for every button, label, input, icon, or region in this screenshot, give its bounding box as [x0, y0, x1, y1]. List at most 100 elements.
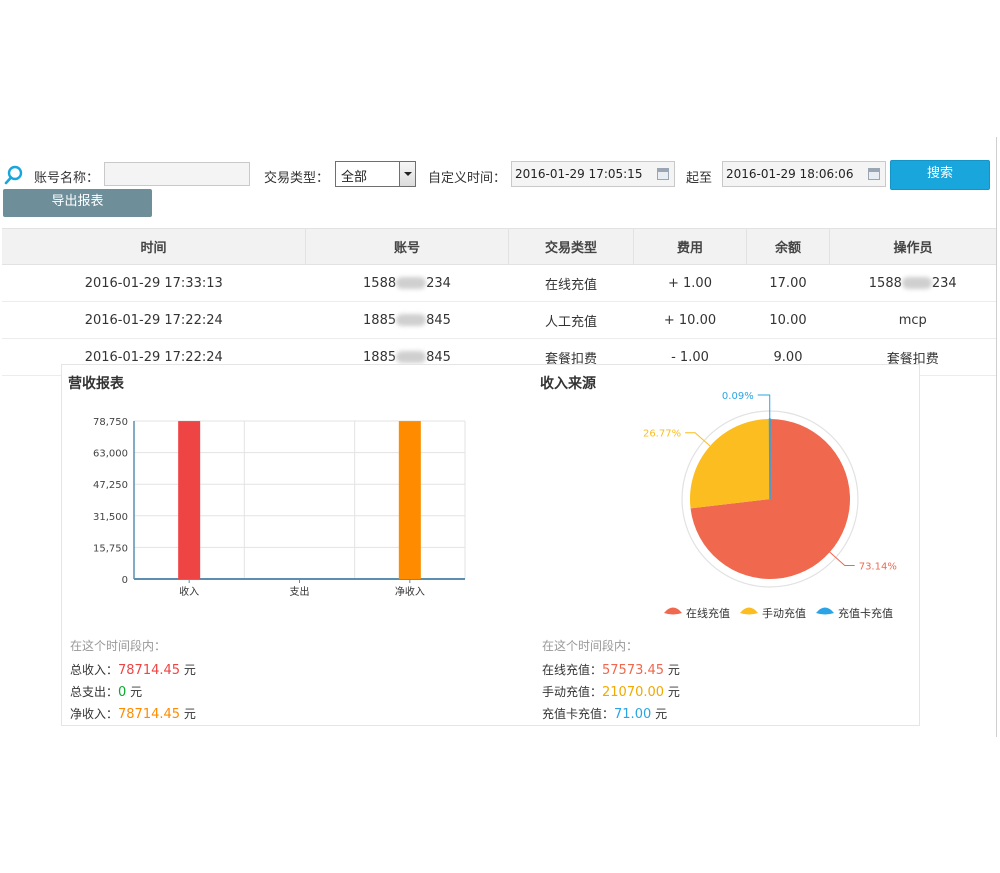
- currency-unit: 元: [667, 685, 680, 699]
- calendar-icon[interactable]: [657, 168, 669, 180]
- revenue-bar-chart: 0 15,750 31,500 47,250 63,000 78,750 收入 支出 净收入: [93, 417, 466, 598]
- legend-entry: 手动充值: [762, 606, 806, 620]
- legend-swatch: [664, 607, 682, 615]
- account-suffix: 234: [426, 275, 451, 291]
- start-time-input[interactable]: 2016-01-29 17:05:15: [511, 161, 675, 187]
- pie-leader-line: [685, 432, 711, 447]
- income-source-panel: 收入来源 73.14% 26.77% 0.09% 在线充值 手动充值 充值卡充值 在这个时…: [534, 364, 920, 726]
- income-source-pie-chart: 73.14% 26.77% 0.09% 在线充值 手动充值 充值卡充值: [643, 391, 897, 620]
- cell-account: 1885 845: [305, 301, 509, 339]
- legend-entry: 在线充值: [686, 606, 730, 620]
- online-recharge-label: 在线充值：: [542, 663, 603, 677]
- end-time-input[interactable]: 2016-01-29 18:06:06: [722, 161, 886, 187]
- revenue-period-label: 在这个时间段内：: [70, 639, 167, 653]
- total-income-value: 78714.45: [118, 663, 181, 678]
- currency-unit: 元: [130, 685, 143, 699]
- revenue-report-panel: 营收报表 0 15,750 31,500 47,250 63,000 78,750 收入 支出…: [61, 364, 535, 726]
- page-right-border: [996, 137, 997, 737]
- y-tick-label: 0: [122, 575, 128, 586]
- cell-time: 2016-01-29 17:33:13: [2, 264, 306, 302]
- operator-suffix: 234: [931, 275, 957, 291]
- account-prefix: 1885: [363, 312, 397, 328]
- redaction-blur: [396, 277, 427, 289]
- currency-unit: 元: [183, 707, 196, 721]
- search-icon: [4, 165, 23, 185]
- chevron-down-icon[interactable]: [399, 162, 415, 186]
- x-tick-label: 净收入: [395, 585, 425, 598]
- table-row: 2016-01-29 17:33:13 1588 234 在线充值 + 1.00 …: [2, 264, 996, 302]
- legend-swatch: [740, 607, 758, 615]
- search-button[interactable]: 搜索: [890, 160, 990, 190]
- account-name-label: 账号名称：: [34, 171, 100, 186]
- transactions-table: 时间 账号 交易类型 费用 余额 操作员 2016-01-29 17:33:13…: [2, 228, 996, 376]
- to-label: 起至: [686, 171, 713, 186]
- source-panel-title: 收入来源: [540, 376, 596, 392]
- calendar-icon[interactable]: [868, 168, 880, 180]
- online-recharge-line: 在线充值：57573.45 元: [542, 661, 680, 678]
- cell-balance: 10.00: [746, 301, 830, 339]
- manual-recharge-line: 手动充值：21070.00 元: [542, 683, 680, 700]
- bar-0: [178, 421, 201, 579]
- account-prefix: 1885: [363, 349, 397, 365]
- card-recharge-label: 充值卡充值：: [542, 707, 615, 721]
- total-expense-label: 总支出：: [70, 685, 119, 699]
- account-suffix: 845: [426, 312, 451, 328]
- table-header-row: 时间 账号 交易类型 费用 余额 操作员: [2, 228, 996, 265]
- transaction-type-select[interactable]: 全部: [335, 161, 416, 187]
- card-recharge-value: 71.00: [614, 707, 652, 722]
- end-time-value: 2016-01-29 18:06:06: [726, 167, 854, 181]
- cell-account: 1588 234: [305, 264, 509, 302]
- pie-slice-1: [690, 419, 770, 509]
- table-row: 2016-01-29 17:22:24 1885 845 人工充值 + 10.00…: [2, 301, 996, 339]
- manual-recharge-value: 21070.00: [602, 685, 665, 700]
- online-recharge-value: 57573.45: [602, 663, 665, 678]
- net-income-line: 净收入：78714.45 元: [70, 705, 196, 722]
- cell-type: 人工充值: [508, 301, 634, 339]
- currency-unit: 元: [183, 663, 196, 677]
- custom-time-label: 自定义时间：: [428, 171, 507, 186]
- pie-leader-line: [757, 394, 771, 420]
- operator-prefix: 1588: [868, 275, 902, 291]
- total-expense-value: 0: [118, 685, 127, 700]
- transaction-type-value: 全部: [341, 170, 368, 185]
- column-header-time: 时间: [2, 228, 306, 265]
- column-header-operator: 操作员: [829, 228, 996, 265]
- account-name-input[interactable]: [104, 162, 250, 186]
- pie-data-label: 73.14%: [859, 561, 897, 572]
- y-tick-label: 15,750: [93, 543, 128, 554]
- cell-operator: mcp: [829, 301, 996, 339]
- redaction-blur: [396, 351, 427, 363]
- pie-leader-line: [829, 551, 855, 566]
- y-tick-label: 31,500: [93, 512, 128, 523]
- cell-fee: + 10.00: [633, 301, 747, 339]
- account-suffix: 845: [426, 349, 451, 365]
- cell-time: 2016-01-29 17:22:24: [2, 301, 306, 339]
- total-expense-line: 总支出：0 元: [70, 683, 142, 700]
- redaction-blur: [901, 277, 932, 289]
- start-time-value: 2016-01-29 17:05:15: [515, 167, 643, 181]
- column-header-balance: 余额: [746, 228, 830, 265]
- net-income-label: 净收入：: [70, 707, 119, 721]
- column-header-account: 账号: [305, 228, 509, 265]
- y-tick-label: 63,000: [93, 449, 128, 460]
- column-header-fee: 费用: [633, 228, 747, 265]
- transaction-type-label: 交易类型：: [264, 171, 330, 186]
- revenue-panel-title: 营收报表: [68, 376, 124, 392]
- manual-recharge-label: 手动充值：: [542, 685, 603, 699]
- bar-2: [398, 421, 421, 579]
- legend-entry: 充值卡充值: [838, 606, 893, 620]
- pie-data-label: 26.77%: [643, 429, 681, 440]
- total-income-label: 总收入：: [70, 663, 119, 677]
- cell-operator: 1588 234: [829, 264, 996, 302]
- legend-swatch: [816, 607, 834, 615]
- currency-unit: 元: [655, 707, 668, 721]
- y-tick-label: 47,250: [93, 480, 128, 491]
- net-income-value: 78714.45: [118, 707, 181, 722]
- currency-unit: 元: [667, 663, 680, 677]
- export-report-button[interactable]: 导出报表: [3, 189, 152, 217]
- total-income-line: 总收入：78714.45 元: [70, 661, 196, 678]
- x-tick-label: 支出: [290, 585, 310, 598]
- x-tick-label: 收入: [179, 585, 199, 598]
- source-period-label: 在这个时间段内：: [542, 639, 639, 653]
- cell-balance: 17.00: [746, 264, 830, 302]
